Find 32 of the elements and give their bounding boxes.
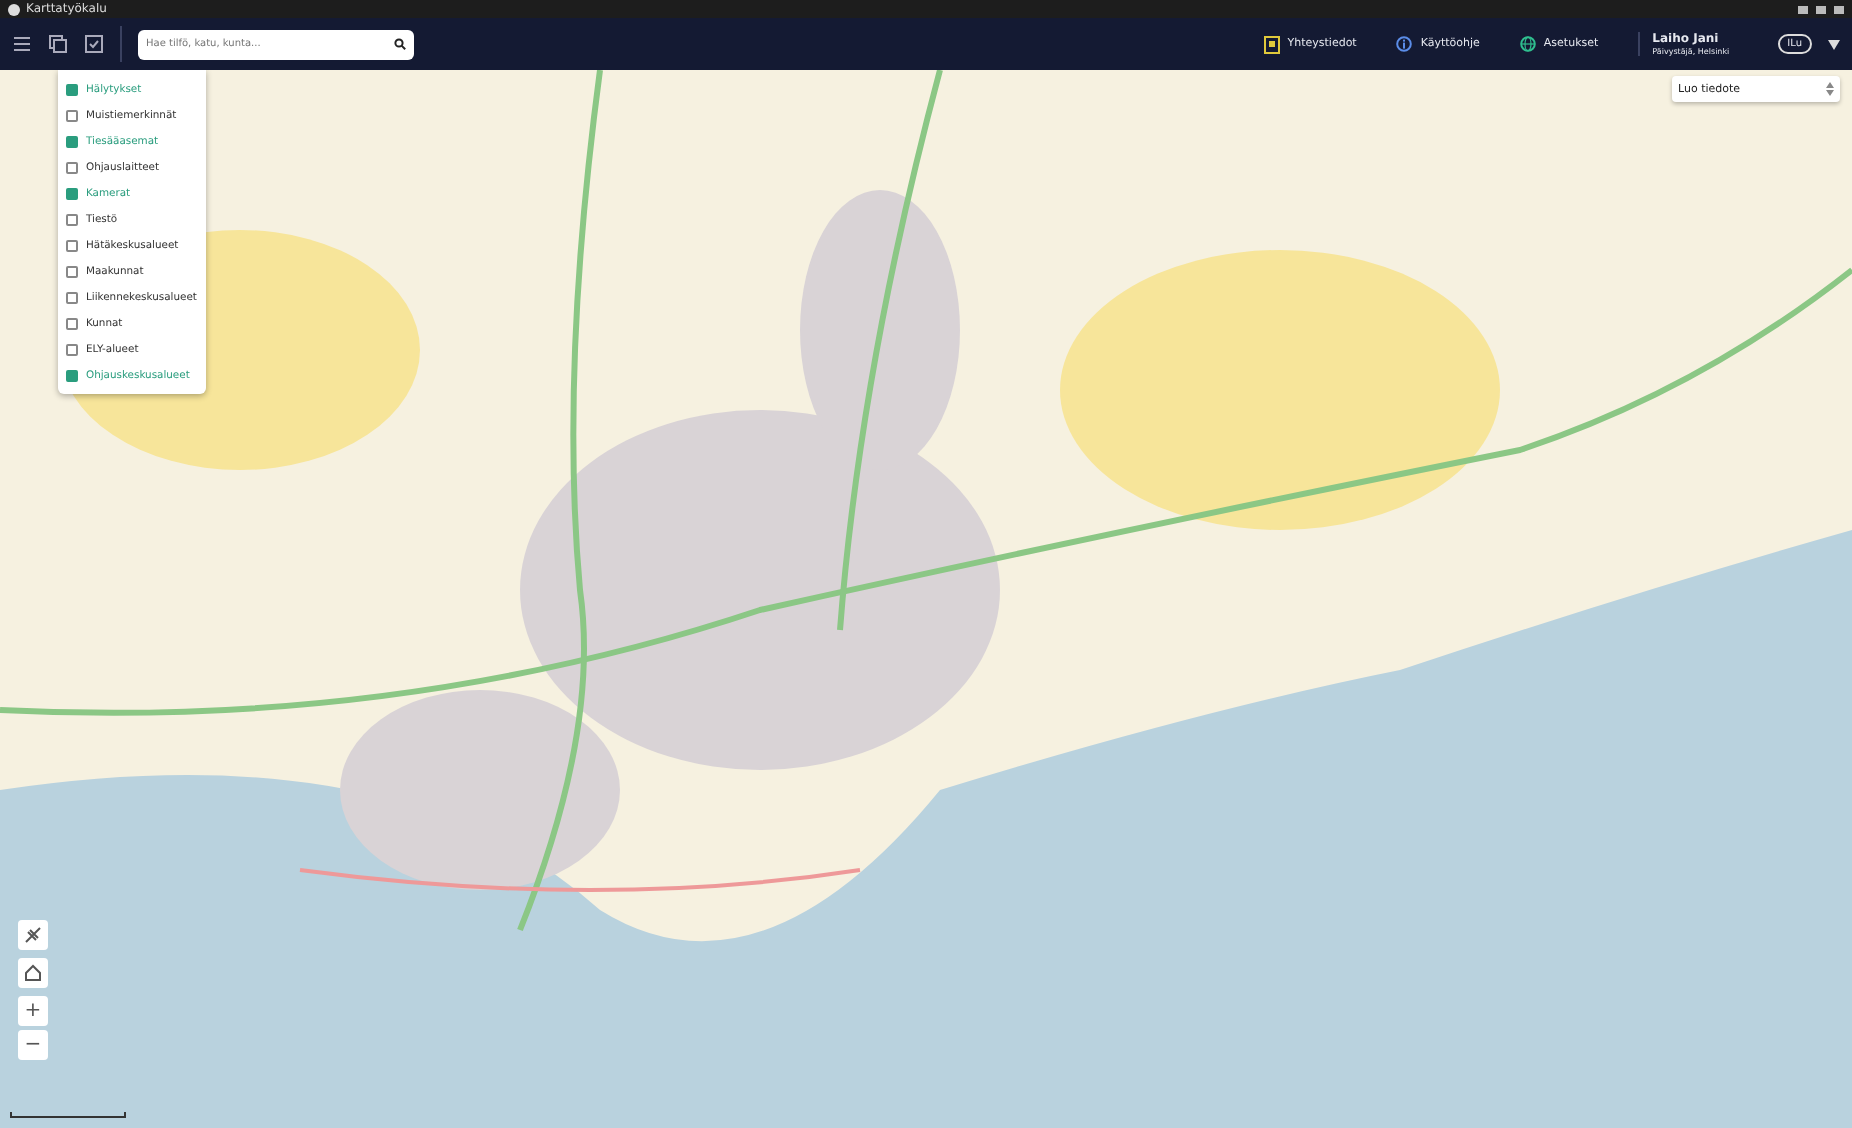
zoom-in-button[interactable]: +: [18, 996, 48, 1026]
checkbox[interactable]: [66, 369, 78, 381]
checkbox[interactable]: [66, 239, 78, 251]
checkbox[interactable]: [66, 161, 78, 173]
checkbox[interactable]: [66, 109, 78, 121]
maximize-button[interactable]: [1816, 5, 1826, 13]
globe-icon: [1519, 36, 1536, 52]
search-icon[interactable]: [394, 38, 406, 50]
minimize-button[interactable]: [1798, 5, 1808, 13]
checkbox[interactable]: [66, 213, 78, 225]
app-icon: [8, 3, 20, 15]
checkbox[interactable]: [66, 187, 78, 199]
menu-icon[interactable]: [12, 34, 32, 54]
contact-card-icon: [1263, 35, 1280, 53]
checkbox[interactable]: [66, 291, 78, 303]
stepper-icon: [1826, 82, 1834, 96]
checkbox[interactable]: [66, 265, 78, 277]
checkbox[interactable]: [66, 317, 78, 329]
scale-bar: [10, 1112, 126, 1118]
checkbox[interactable]: [66, 343, 78, 355]
satellite-button[interactable]: [18, 920, 48, 950]
info-icon: [1396, 36, 1413, 52]
zoom-out-button[interactable]: −: [18, 1030, 48, 1060]
checkbox[interactable]: [66, 83, 78, 95]
caret-icon[interactable]: [1828, 39, 1840, 49]
close-button[interactable]: [1834, 5, 1844, 13]
home-button[interactable]: [18, 958, 48, 988]
satellite-icon: [24, 926, 42, 944]
checkbox[interactable]: [66, 135, 78, 147]
home-icon: [24, 964, 42, 982]
copy-icon[interactable]: [48, 34, 68, 54]
checkbox-icon[interactable]: [84, 34, 104, 54]
